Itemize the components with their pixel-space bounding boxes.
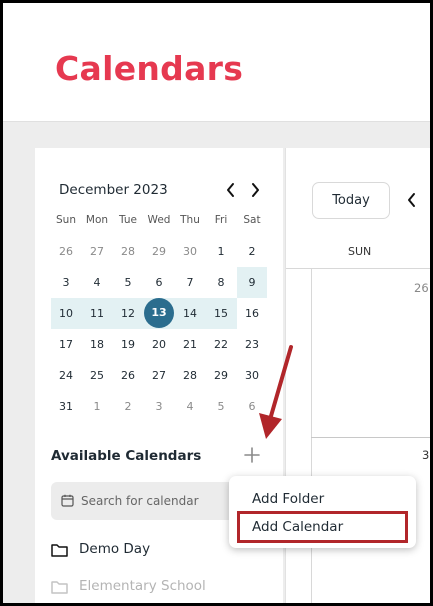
weekday-label: Tue (119, 214, 137, 226)
day-cell[interactable]: 11 (82, 298, 112, 329)
day-cell[interactable]: 28 (175, 360, 205, 391)
app-frame: Calendars December 2023 Sun Mon Tue Wed … (3, 3, 430, 603)
day-cell[interactable]: 19 (113, 329, 143, 360)
folder-icon (51, 544, 68, 557)
day-column-header: SUN (348, 245, 372, 258)
day-cell[interactable]: 4 (82, 267, 112, 298)
weekday-label: Thu (180, 214, 200, 226)
week-row: 26 27 28 29 30 1 2 (51, 236, 271, 267)
day-cell[interactable]: 26 (113, 360, 143, 391)
day-cell[interactable]: 21 (175, 329, 205, 360)
day-cell[interactable]: 31 (51, 391, 81, 422)
add-dropdown-menu: Add Folder Add Calendar (229, 476, 416, 548)
calendar-item-demo-day[interactable]: Demo Day (51, 540, 251, 562)
day-cell[interactable]: 24 (51, 360, 81, 391)
day-cell[interactable]: 29 (144, 236, 174, 267)
add-calendar-menu-item[interactable]: Add Calendar (252, 519, 343, 535)
weekday-header-row: Sun Mon Tue Wed Thu Fri Sat (51, 214, 271, 230)
grid-line (311, 268, 312, 603)
date-number: 26 (414, 281, 429, 295)
calendar-item-elementary-school[interactable]: Elementary School (51, 577, 251, 599)
day-cell[interactable]: 5 (206, 391, 236, 422)
day-cell[interactable]: 10 (51, 298, 81, 329)
day-cell[interactable]: 28 (113, 236, 143, 267)
week-row: 24 25 26 27 28 29 30 (51, 360, 271, 391)
weekday-label: Sat (243, 214, 261, 226)
day-cell[interactable]: 22 (206, 329, 236, 360)
day-cell[interactable]: 1 (206, 236, 236, 267)
day-cell[interactable]: 26 (51, 236, 81, 267)
day-cell[interactable]: 20 (144, 329, 174, 360)
day-cell[interactable]: 3 (144, 391, 174, 422)
week-row: 3 4 5 6 7 8 9 (51, 267, 271, 298)
day-cell[interactable]: 27 (82, 236, 112, 267)
week-row: 31 1 2 3 4 5 6 (51, 391, 271, 422)
weekday-label: Wed (147, 214, 171, 226)
add-folder-menu-item[interactable]: Add Folder (252, 491, 324, 507)
grid-line (286, 268, 430, 269)
calendar-search-input[interactable] (81, 482, 241, 520)
plus-icon[interactable] (241, 444, 263, 466)
chevron-left-icon[interactable] (223, 181, 239, 199)
selected-week-row: 10 11 12 13 14 15 16 (51, 298, 271, 329)
day-cell[interactable]: 27 (144, 360, 174, 391)
available-calendars-heading: Available Calendars (51, 448, 202, 464)
day-cell[interactable]: 18 (82, 329, 112, 360)
weekday-label: Fri (214, 214, 228, 226)
day-cell[interactable]: 15 (206, 298, 236, 329)
calendar-item-label: Elementary School (79, 578, 206, 594)
weekday-label: Sun (56, 214, 76, 226)
day-cell[interactable]: 17 (51, 329, 81, 360)
week-row: 17 18 19 20 21 22 23 (51, 329, 271, 360)
page-header: Calendars (3, 3, 430, 122)
day-cell[interactable]: 25 (82, 360, 112, 391)
folder-icon (51, 581, 68, 594)
chevron-right-icon[interactable] (247, 181, 263, 199)
selected-day[interactable]: 13 (144, 298, 174, 328)
chevron-left-icon[interactable] (404, 190, 420, 210)
weekday-label: Mon (85, 214, 109, 226)
day-cell[interactable]: 29 (206, 360, 236, 391)
calendar-search-box (51, 482, 241, 520)
day-cell[interactable]: 4 (175, 391, 205, 422)
annotation-arrow-icon (259, 345, 293, 439)
day-cell[interactable]: 16 (237, 298, 267, 329)
day-cell[interactable]: 1 (82, 391, 112, 422)
day-cell[interactable]: 9 (237, 267, 267, 298)
calendar-icon (61, 494, 74, 507)
grid-line (311, 437, 430, 438)
day-cell[interactable]: 2 (113, 391, 143, 422)
day-cell[interactable]: 7 (175, 267, 205, 298)
day-cell[interactable]: 8 (206, 267, 236, 298)
day-cell[interactable]: 5 (113, 267, 143, 298)
month-label: December 2023 (59, 182, 168, 198)
today-button[interactable]: Today (312, 182, 390, 219)
page-title: Calendars (55, 49, 244, 88)
calendar-item-label: Demo Day (79, 541, 151, 557)
day-cell[interactable]: 3 (51, 267, 81, 298)
day-cell[interactable]: 2 (237, 236, 267, 267)
day-cell[interactable]: 14 (175, 298, 205, 329)
day-cell[interactable]: 30 (175, 236, 205, 267)
day-cell[interactable]: 12 (113, 298, 143, 329)
day-cell[interactable]: 6 (144, 267, 174, 298)
date-number: 3 (422, 448, 430, 462)
